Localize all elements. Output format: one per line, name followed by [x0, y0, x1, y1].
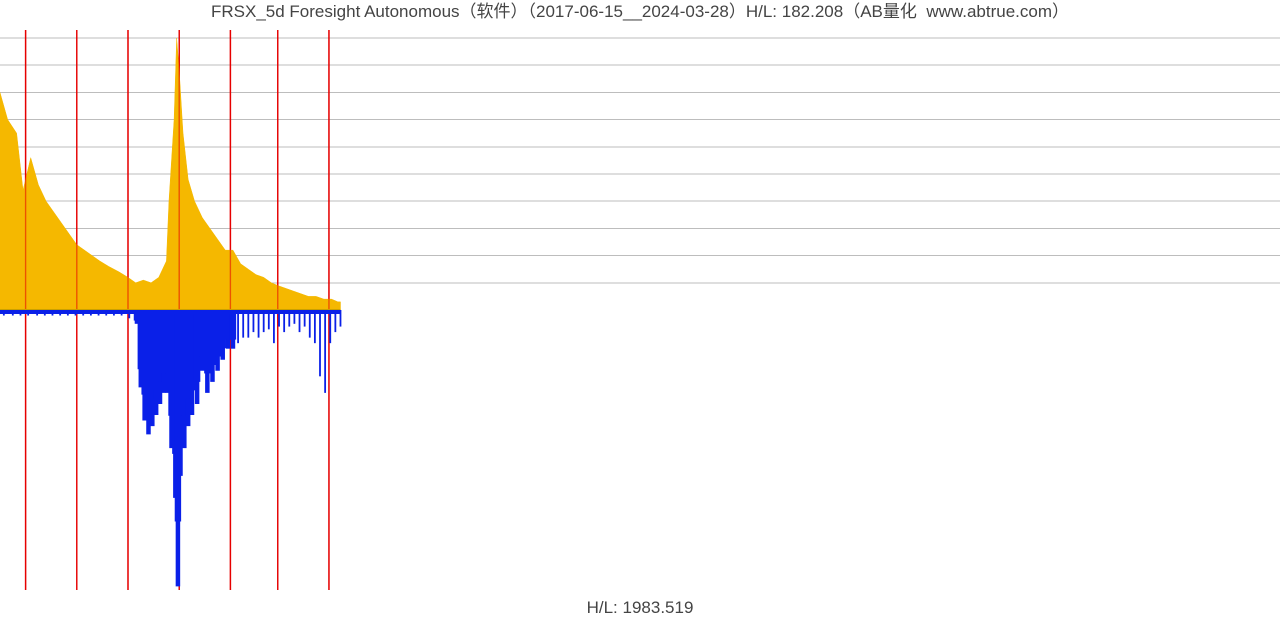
- chart-plot-area: [0, 30, 1280, 592]
- chart-svg: [0, 30, 1280, 592]
- chart-title: FRSX_5d Foresight Autonomous（软件）（2017-06…: [0, 0, 1280, 24]
- chart-container: FRSX_5d Foresight Autonomous（软件）（2017-06…: [0, 0, 1280, 620]
- chart-subtitle: H/L: 1983.519: [0, 596, 1280, 620]
